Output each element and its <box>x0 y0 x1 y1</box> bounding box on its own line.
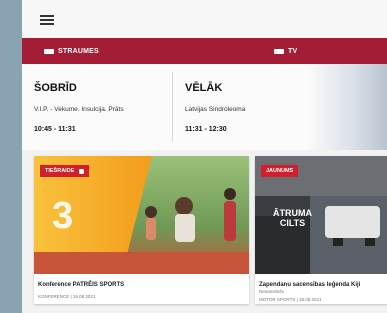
live-indicator-icon <box>79 168 85 174</box>
show-logo-line2: CILTS <box>279 218 306 228</box>
nav-item-tv-label: TV <box>288 47 298 55</box>
category-nav: STRAUMES TV <box>22 38 387 64</box>
schedule-now[interactable]: ŠOBRĪD V.I.P. - Vekume. Insulcija. Prāts… <box>22 64 172 150</box>
card-subtitle: KONFERENCE | 19.08.2021 <box>38 294 96 299</box>
content-card[interactable]: 3 TIEŠRAIDE Konference PATRĒIS SPORTS KO… <box>34 156 249 304</box>
card-subtitle: MOTOR SPORTS | 18.08.2021 <box>259 297 322 302</box>
top-bar <box>22 0 387 38</box>
show-logo-line1: ĀTRUMA <box>273 208 312 218</box>
schedule-now-time: 10:45 - 11:31 <box>34 126 76 133</box>
card-subtitle-2: Renamelūšs <box>259 289 285 294</box>
schedule-later-heading: VĒLĀK <box>185 82 223 94</box>
svg-text:3: 3 <box>52 195 73 237</box>
live-badge-label: TIEŠRAIDE <box>45 168 75 174</box>
schedule-panel: ŠOBRĪD V.I.P. - Vekume. Insulcija. Prāts… <box>22 64 387 150</box>
new-badge-label: JAUNUMS <box>266 168 294 174</box>
menu-icon[interactable] <box>40 15 54 25</box>
live-badge: TIEŠRAIDE <box>40 165 90 177</box>
nav-item-tv[interactable]: TV <box>274 38 297 64</box>
schedule-background-image <box>307 64 387 150</box>
tv-icon <box>274 48 284 54</box>
stream-icon <box>44 48 54 54</box>
nav-item-streams-label: STRAUMES <box>58 47 99 55</box>
show-logo: ĀTRUMA CILTS <box>273 208 312 228</box>
card-title: Konference PATRĒIS SPORTS <box>38 282 125 288</box>
card-title: Zapendanu sacensības leģenda Kiji <box>259 282 361 288</box>
new-badge: JAUNUMS <box>261 165 299 177</box>
schedule-now-heading: ŠOBRĪD <box>34 82 77 94</box>
content-row: 3 TIEŠRAIDE Konference PATRĒIS SPORTS KO… <box>22 150 387 313</box>
schedule-later-time: 11:31 - 12:30 <box>185 126 227 133</box>
schedule-later-program: Latvijas Sindroleoma <box>185 106 246 113</box>
schedule-later[interactable]: VĒLĀK Latvijas Sindroleoma 11:31 - 12:30 <box>173 64 313 150</box>
content-card[interactable]: JAUNUMS ĀTRUMA CILTS Zapendanu sacensība… <box>255 156 387 304</box>
app-screen: STRAUMES TV ŠOBRĪD V.I.P. - Vekume. Insu… <box>22 0 387 313</box>
nav-item-streams[interactable]: STRAUMES <box>44 38 99 64</box>
schedule-now-program: V.I.P. - Vekume. Insulcija. Prāts <box>34 106 124 113</box>
